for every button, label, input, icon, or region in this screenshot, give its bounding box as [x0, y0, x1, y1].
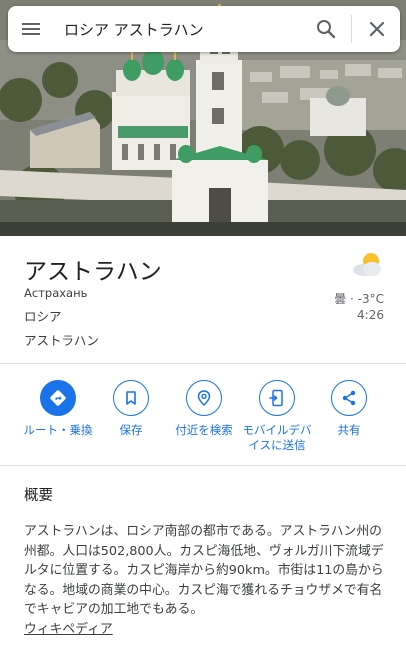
overview-section: 概要 アストラハンは、ロシア南部の都市である。アストラハン州の州都。人口は502… — [0, 466, 406, 667]
nearby-circle — [186, 380, 222, 416]
directions-icon — [50, 390, 66, 406]
partly-cloudy-icon — [353, 253, 381, 276]
share-button[interactable]: 共有 — [310, 380, 388, 438]
place-native-name: Астрахань — [24, 286, 88, 300]
search-bar: ロシア アストラハン — [8, 6, 400, 52]
search-button[interactable] — [303, 6, 349, 52]
directions-label: ルート・乗換 — [23, 423, 93, 437]
close-icon — [369, 21, 385, 37]
nearby-pin-icon — [197, 390, 211, 407]
place-title: アストラハン — [24, 259, 162, 285]
wikipedia-link[interactable]: ウィキペディア — [24, 620, 386, 640]
close-button[interactable] — [354, 6, 400, 52]
send-to-device-label: モバイルデバイスに送信 — [242, 423, 312, 452]
share-icon — [342, 390, 356, 406]
directions-circle — [40, 380, 76, 416]
save-button[interactable]: 保存 — [92, 380, 170, 438]
overview-text: アストラハンは、ロシア南部の都市である。アストラハン州の州都。人口は502,80… — [24, 524, 384, 617]
directions-button[interactable]: ルート・乗換 — [19, 380, 97, 438]
overview-title: 概要 — [24, 488, 53, 504]
nearby-button[interactable]: 付近を検索 — [165, 380, 243, 438]
send-to-device-icon — [269, 389, 283, 407]
send-to-device-circle — [259, 380, 295, 416]
place-country: ロシア — [24, 309, 62, 324]
overview-description: アストラハンは、ロシア南部の都市である。アストラハン州の州都。人口は502,80… — [24, 522, 386, 639]
share-circle — [331, 380, 367, 416]
action-bar: ルート・乗換 保存 付近を検索 モバイルデバイスに送信 共有 — [0, 364, 406, 466]
send-to-device-button[interactable]: モバイルデバイスに送信 — [238, 380, 316, 453]
place-header: アストラハン Астрахань ロシア アストラハン 曇 · -3°C 4:2… — [0, 236, 406, 364]
bookmark-icon — [126, 391, 136, 405]
hamburger-menu-icon — [22, 23, 40, 35]
weather-condition: 曇 · -3°C — [334, 292, 384, 306]
weather-time: 4:26 — [357, 308, 384, 322]
place-region: アストラハン — [24, 333, 99, 348]
share-label: 共有 — [337, 423, 361, 437]
search-divider — [351, 15, 352, 43]
save-circle — [113, 380, 149, 416]
search-icon — [317, 20, 336, 39]
menu-button[interactable] — [8, 6, 54, 52]
search-input[interactable]: ロシア アストラハン — [54, 19, 303, 40]
nearby-label: 付近を検索 — [175, 423, 233, 437]
save-label: 保存 — [119, 423, 143, 437]
